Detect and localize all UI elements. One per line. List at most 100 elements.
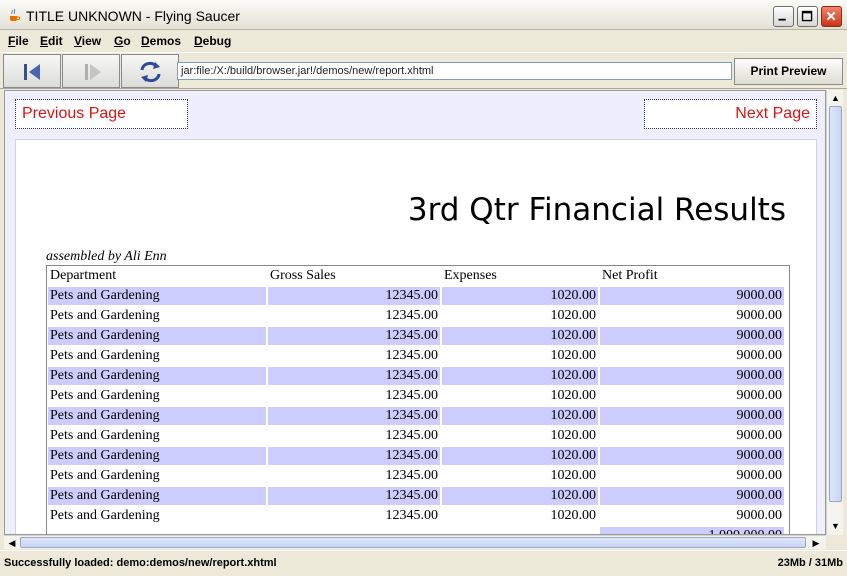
expenses-cell: 1020.00 (550, 468, 597, 483)
gross-sales-cell: 12345.00 (268, 327, 440, 345)
net-profit-cell: 9000.00 (600, 287, 784, 305)
expenses-cell: 1020.00 (442, 447, 598, 465)
department-cell: Pets and Gardening (50, 468, 160, 483)
close-button[interactable] (821, 6, 842, 27)
reload-button[interactable] (121, 54, 179, 88)
table-row: Pets and Gardening 12345.00 1020.00 9000.00 (47, 506, 789, 526)
header-net-profit: Net Profit (602, 268, 658, 283)
report-page: 3rd Qtr Financial Results assembled by A… (15, 139, 817, 534)
table-row: Pets and Gardening 12345.00 1020.00 9000.00 (47, 306, 789, 326)
table-row: Pets and Gardening 12345.00 1020.00 9000.00 (47, 446, 789, 466)
reload-icon (140, 61, 161, 83)
table-row: Pets and Gardening 12345.00 1020.00 9000.00 (47, 406, 789, 426)
back-arrow-icon (24, 64, 40, 80)
department-cell: Pets and Gardening (48, 327, 266, 345)
back-button[interactable] (3, 54, 61, 88)
menu-view[interactable]: View (74, 34, 101, 48)
table-row: Pets and Gardening 12345.00 1020.00 9000.00 (47, 346, 789, 366)
gross-sales-cell: 12345.00 (385, 388, 439, 403)
next-page-link[interactable]: Next Page (644, 99, 817, 129)
previous-page-link[interactable]: Previous Page (15, 99, 188, 129)
table-row: Pets and Gardening 12345.00 1020.00 9000.00 (47, 466, 789, 486)
total-net-profit: 1,000,000.00 (600, 527, 784, 534)
table-row: Pets and Gardening 12345.00 1020.00 9000.00 (47, 386, 789, 406)
department-cell: Pets and Gardening (48, 487, 266, 505)
menu-edit[interactable]: Edit (40, 34, 63, 48)
vertical-scrollbar[interactable]: ▲ ▼ (826, 90, 843, 535)
minimize-icon (778, 18, 786, 21)
status-bar: Successfully loaded: demo:demos/new/repo… (0, 550, 847, 576)
address-field[interactable]: jar:file:/X:/build/browser.jar!/demos/ne… (177, 62, 732, 80)
gross-sales-cell: 12345.00 (385, 348, 439, 363)
expenses-cell: 1020.00 (550, 428, 597, 443)
horizontal-scroll-thumb[interactable] (20, 537, 806, 548)
expenses-cell: 1020.00 (550, 508, 597, 523)
gross-sales-cell: 12345.00 (268, 367, 440, 385)
header-department: Department (50, 268, 117, 283)
department-cell: Pets and Gardening (48, 447, 266, 465)
table-row: Pets and Gardening 12345.00 1020.00 9000.00 (47, 286, 789, 306)
content-viewport: Previous Page Next Page 3rd Qtr Financia… (4, 90, 826, 535)
expenses-cell: 1020.00 (442, 367, 598, 385)
menu-go[interactable]: Go (114, 34, 131, 48)
report-title: 3rd Qtr Financial Results (407, 192, 786, 228)
net-profit-cell: 9000.00 (600, 327, 784, 345)
gross-sales-cell: 12345.00 (385, 308, 439, 323)
table-row: Pets and Gardening 12345.00 1020.00 9000.00 (47, 366, 789, 386)
scroll-down-arrow-icon[interactable]: ▼ (829, 519, 842, 533)
net-profit-cell: 9000.00 (600, 487, 784, 505)
maximize-icon (801, 10, 813, 22)
table-row: Pets and Gardening 12345.00 1020.00 9000.00 (47, 426, 789, 446)
report-author: assembled by Ali Enn (46, 249, 167, 264)
gross-sales-cell: 12345.00 (385, 428, 439, 443)
department-cell: Pets and Gardening (48, 407, 266, 425)
scroll-up-arrow-icon[interactable]: ▲ (829, 91, 842, 105)
menu-demos[interactable]: Demos (141, 34, 181, 48)
net-profit-cell: 9000.00 (600, 367, 784, 385)
status-message: Successfully loaded: demo:demos/new/repo… (4, 557, 277, 569)
expenses-cell: 1020.00 (442, 487, 598, 505)
gross-sales-cell: 12345.00 (268, 407, 440, 425)
department-cell: Pets and Gardening (50, 428, 160, 443)
minimize-button[interactable] (773, 6, 794, 27)
report-table: Department Gross Sales Expenses Net Prof… (46, 265, 790, 534)
menu-debug[interactable]: Debug (194, 34, 231, 48)
table-row: Pets and Gardening 12345.00 1020.00 9000.00 (47, 486, 789, 506)
expenses-cell: 1020.00 (442, 407, 598, 425)
print-preview-button[interactable]: Print Preview (734, 58, 843, 85)
close-icon (826, 11, 836, 21)
title-bar: TITLE UNKNOWN - Flying Saucer (0, 0, 847, 30)
department-cell: Pets and Gardening (50, 308, 160, 323)
expenses-cell: 1020.00 (550, 348, 597, 363)
net-profit-cell: 9000.00 (736, 308, 783, 323)
table-header-row: Department Gross Sales Expenses Net Prof… (47, 266, 789, 286)
net-profit-cell: 9000.00 (600, 407, 784, 425)
menu-file[interactable]: File (8, 34, 29, 48)
menu-bar: File Edit View Go Demos Debug (0, 30, 847, 52)
expenses-cell: 1020.00 (550, 388, 597, 403)
scroll-right-arrow-icon[interactable]: ▶ (810, 536, 822, 550)
java-cup-icon (10, 8, 21, 21)
maximize-button[interactable] (797, 6, 818, 27)
net-profit-cell: 9000.00 (736, 508, 783, 523)
department-cell: Pets and Gardening (48, 367, 266, 385)
net-profit-cell: 9000.00 (736, 388, 783, 403)
gross-sales-cell: 12345.00 (268, 487, 440, 505)
net-profit-cell: 9000.00 (736, 468, 783, 483)
forward-button[interactable] (62, 54, 120, 88)
vertical-scroll-thumb[interactable] (829, 106, 842, 502)
scroll-left-arrow-icon[interactable]: ◀ (6, 536, 18, 550)
gross-sales-cell: 12345.00 (268, 287, 440, 305)
table-row: Pets and Gardening 12345.00 1020.00 9000.00 (47, 326, 789, 346)
horizontal-scrollbar[interactable]: ◀ ▶ (4, 535, 826, 549)
net-profit-cell: 9000.00 (736, 428, 783, 443)
table-total-row: 1,000,000.00 (47, 526, 789, 534)
department-cell: Pets and Gardening (50, 388, 160, 403)
gross-sales-cell: 12345.00 (385, 468, 439, 483)
toolbar: jar:file:/X:/build/browser.jar!/demos/ne… (0, 52, 847, 89)
net-profit-cell: 9000.00 (736, 348, 783, 363)
department-cell: Pets and Gardening (50, 348, 160, 363)
forward-arrow-icon (85, 64, 101, 80)
department-cell: Pets and Gardening (48, 287, 266, 305)
expenses-cell: 1020.00 (442, 327, 598, 345)
